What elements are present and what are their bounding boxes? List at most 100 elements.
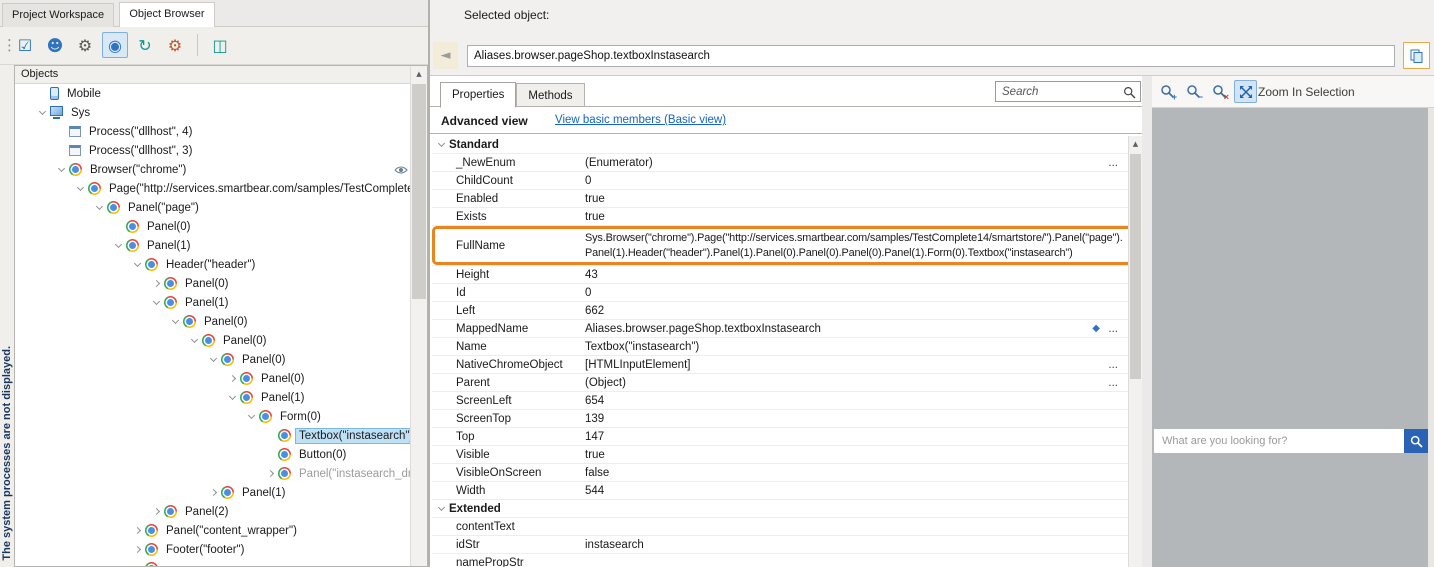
property-row-contenttext[interactable]: contentText xyxy=(432,518,1128,536)
expand-arrow-icon[interactable] xyxy=(149,278,164,290)
property-row-mappedname[interactable]: MappedNameAliases.browser.pageShop.textb… xyxy=(432,320,1128,338)
property-row-exists[interactable]: Existstrue xyxy=(432,208,1128,226)
basic-view-link[interactable]: View basic members (Basic view) xyxy=(555,114,726,126)
grid-scrollbar[interactable]: ▲ xyxy=(1128,136,1142,567)
search-input[interactable] xyxy=(996,82,1140,101)
tree-item[interactable]: Panel(1) xyxy=(15,236,410,255)
property-row-screentop[interactable]: ScreenTop139 xyxy=(432,410,1128,428)
property-group-extended[interactable]: Extended xyxy=(432,500,1128,518)
property-row-childcount[interactable]: ChildCount0 xyxy=(432,172,1128,190)
collapse-arrow-icon[interactable] xyxy=(73,183,88,195)
tree-item[interactable]: Panel(0) xyxy=(15,369,410,388)
tree-item[interactable]: Panel(0) xyxy=(15,274,410,293)
tree-item[interactable]: Panel(0) xyxy=(15,350,410,369)
checked-window-icon[interactable]: ☑ xyxy=(12,32,38,58)
tree-item[interactable]: Page("http://services.smartbear.com/samp… xyxy=(15,179,410,198)
property-row-visibleonscreen[interactable]: VisibleOnScreenfalse xyxy=(432,464,1128,482)
tree-item[interactable]: Panel(1) xyxy=(15,388,410,407)
ellipsis-button[interactable]: ... xyxy=(1108,356,1118,374)
tree-item[interactable]: Form(0) xyxy=(15,407,410,426)
tree-item[interactable]: Process("dllhost", 3) xyxy=(15,141,410,160)
tree-item[interactable]: Panel(0) xyxy=(15,312,410,331)
zoom-out-icon[interactable]: − xyxy=(1182,80,1205,103)
panel-splitter[interactable] xyxy=(1142,75,1152,567)
people-gear-icon[interactable]: ☻ xyxy=(42,32,68,58)
collapse-arrow-icon[interactable] xyxy=(168,316,183,328)
collapse-arrow-icon[interactable] xyxy=(130,259,145,271)
expand-arrow-icon[interactable] xyxy=(149,506,164,518)
tree-item[interactable]: Browser("chrome") xyxy=(15,160,410,179)
tree-item[interactable]: Panel(2) xyxy=(15,502,410,521)
ellipsis-button[interactable]: ... xyxy=(1108,374,1118,392)
tree-item[interactable]: Mobile xyxy=(15,84,410,103)
tab-methods[interactable]: Methods xyxy=(516,83,584,107)
visible-eye-icon[interactable] xyxy=(394,165,408,178)
zoom-in-selection-icon[interactable] xyxy=(1234,80,1257,103)
expand-arrow-icon[interactable] xyxy=(130,525,145,537)
property-row-id[interactable]: Id0 xyxy=(432,284,1128,302)
property-row-width[interactable]: Width544 xyxy=(432,482,1128,500)
collapse-arrow-icon[interactable] xyxy=(244,411,259,423)
tree-item[interactable]: Sys xyxy=(15,103,410,122)
collapse-arrow-icon[interactable] xyxy=(54,164,69,176)
tab-object-browser[interactable]: Object Browser xyxy=(119,2,214,27)
panel-layout-icon[interactable]: ◫ xyxy=(207,32,233,58)
grid-scrollbar-thumb[interactable] xyxy=(1130,154,1141,379)
tab-project-workspace[interactable]: Project Workspace xyxy=(2,3,114,27)
back-arrow-button[interactable]: ◄ xyxy=(433,42,458,69)
tree-item[interactable]: Panel("instasearch_drop xyxy=(15,464,410,483)
expand-arrow-icon[interactable] xyxy=(263,468,278,480)
ellipsis-button[interactable]: ... xyxy=(1108,320,1118,338)
tree-item[interactable]: Header("header") xyxy=(15,255,410,274)
tree-item[interactable]: Panel(1) xyxy=(15,483,410,502)
expand-arrow-icon[interactable] xyxy=(130,544,145,556)
settings-gear-icon[interactable]: ⚙ xyxy=(72,32,98,58)
copy-button[interactable] xyxy=(1403,42,1430,69)
collapse-arrow-icon[interactable] xyxy=(206,354,221,366)
expand-arrow-icon[interactable] xyxy=(206,487,221,499)
tree-item[interactable]: Panel(1) xyxy=(15,293,410,312)
run-gear-icon[interactable]: ⚙ xyxy=(162,32,188,58)
tree-item[interactable]: Textbox("instasearch") xyxy=(15,426,410,445)
tab-properties[interactable]: Properties xyxy=(440,82,516,108)
tree-item[interactable]: Process("dllhost", 4) xyxy=(15,122,410,141)
collapse-arrow-icon[interactable] xyxy=(35,107,50,119)
expand-arrow-icon[interactable] xyxy=(225,373,240,385)
scroll-up-arrow-icon[interactable]: ▲ xyxy=(1129,136,1142,152)
tree-item[interactable]: Panel("page") xyxy=(15,198,410,217)
scroll-up-arrow-icon[interactable]: ▲ xyxy=(411,66,427,82)
property-row-top[interactable]: Top147 xyxy=(432,428,1128,446)
tree-item[interactable]: Panel(0) xyxy=(15,217,410,236)
property-group-standard[interactable]: Standard xyxy=(432,136,1128,154)
tree-scrollbar-thumb[interactable] xyxy=(412,84,426,299)
property-row-left[interactable]: Left662 xyxy=(432,302,1128,320)
property-row-nativechromeobject[interactable]: NativeChromeObject[HTMLInputElement]... xyxy=(432,356,1128,374)
tree-item[interactable]: Footer("footer") xyxy=(15,540,410,559)
collapse-arrow-icon[interactable] xyxy=(111,240,126,252)
property-row-parent[interactable]: Parent(Object)... xyxy=(432,374,1128,392)
property-row-height[interactable]: Height43 xyxy=(432,266,1128,284)
collapse-arrow-icon[interactable] xyxy=(149,297,164,309)
property-row-enabled[interactable]: Enabledtrue xyxy=(432,190,1128,208)
tree-item[interactable]: Panel(0) xyxy=(15,331,410,350)
zoom-in-icon[interactable]: + xyxy=(1156,80,1179,103)
collapse-arrow-icon[interactable] xyxy=(434,139,449,151)
collapse-arrow-icon[interactable] xyxy=(434,503,449,515)
tree-scrollbar[interactable]: ▲ xyxy=(410,66,427,566)
tree-item[interactable]: Button(0) xyxy=(15,445,410,464)
property-row-name[interactable]: NameTextbox("instasearch") xyxy=(432,338,1128,356)
property-row-screenleft[interactable]: ScreenLeft654 xyxy=(432,392,1128,410)
eye-icon[interactable]: ◉ xyxy=(102,32,128,58)
tree-item[interactable] xyxy=(15,559,410,566)
mapped-name-icon[interactable]: ◆ xyxy=(1092,320,1100,338)
zoom-cancel-icon[interactable]: × xyxy=(1208,80,1231,103)
ellipsis-button[interactable]: ... xyxy=(1108,154,1118,172)
refresh-icon[interactable]: ↻ xyxy=(132,32,158,58)
collapse-arrow-icon[interactable] xyxy=(92,202,107,214)
tree-item[interactable]: Panel("content_wrapper") xyxy=(15,521,410,540)
property-row-namepropstr[interactable]: namePropStr xyxy=(432,554,1128,567)
toolbar-grip-handle[interactable]: ⋮ xyxy=(2,31,10,61)
selected-object-input[interactable] xyxy=(467,45,1395,67)
property-row-_newenum[interactable]: _NewEnum(Enumerator)... xyxy=(432,154,1128,172)
property-row-visible[interactable]: Visibletrue xyxy=(432,446,1128,464)
